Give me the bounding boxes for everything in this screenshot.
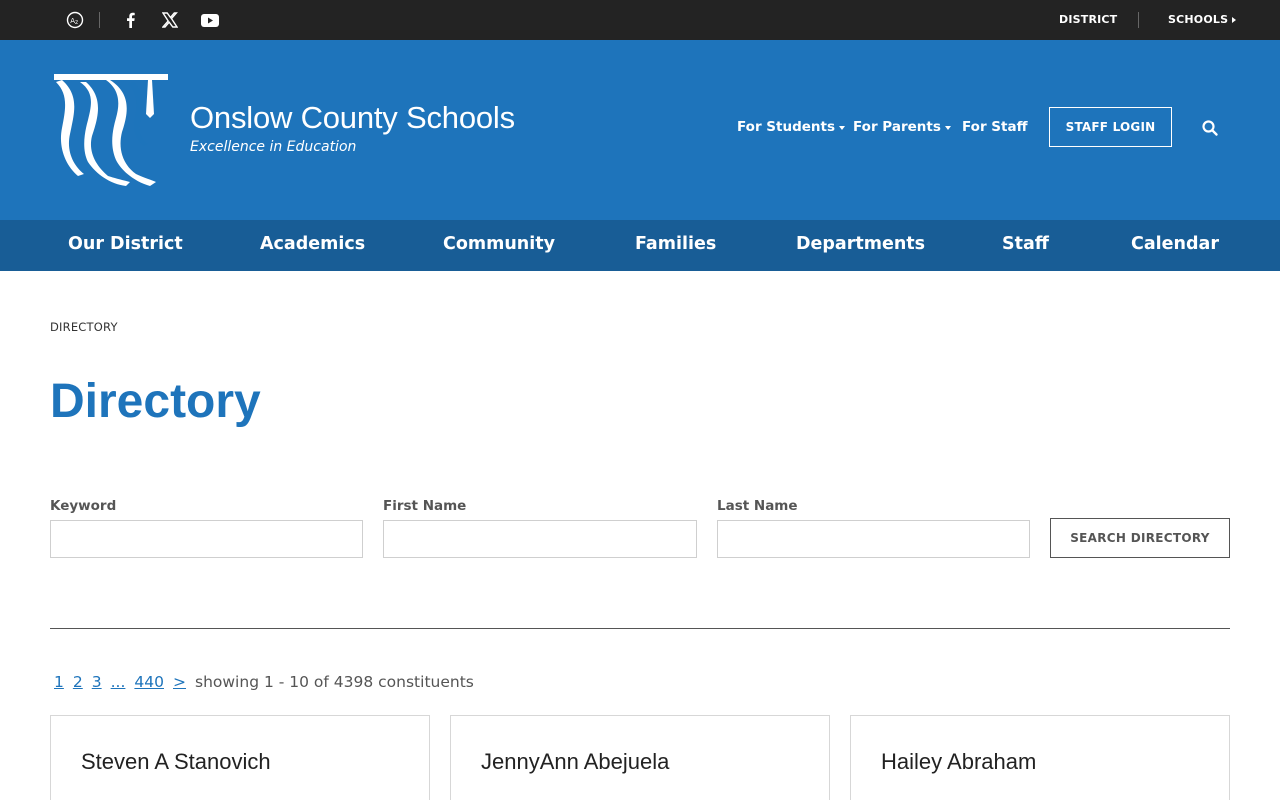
for-parents-menu[interactable]: For Parents [853,119,951,135]
divider [50,628,1230,629]
pagination: 1 2 3... 440 > showing 1 - 10 of 4398 constit… [54,673,474,691]
search-directory-button[interactable]: SEARCH DIRECTORY [1050,518,1230,558]
x-icon[interactable] [160,10,180,30]
youtube-icon[interactable] [200,10,220,30]
for-parents-label: For Parents [853,119,941,135]
next-page-link[interactable]: > [173,673,186,691]
separator [1138,12,1139,28]
constituent-name[interactable]: Hailey Abraham [881,749,1036,775]
staff-login-button[interactable]: STAFF LOGIN [1049,107,1172,147]
district-logo[interactable] [52,74,170,186]
site-tagline: Excellence in Education [190,139,357,155]
directory-card[interactable]: JennyAnn Abejuela [450,715,830,800]
results-summary: showing 1 - 10 of 4398 constituents [195,673,474,691]
page-link-3[interactable]: 3 [92,673,102,691]
constituent-name[interactable]: JennyAnn Abejuela [481,749,669,775]
nav-calendar[interactable]: Calendar [1131,234,1219,254]
page-link-ellipsis[interactable]: ... [111,673,126,691]
for-students-label: For Students [737,119,836,135]
for-staff-label: For Staff [962,119,1028,135]
nav-families[interactable]: Families [635,234,716,254]
caret-down-icon [944,125,951,130]
directory-card[interactable]: Steven A Stanovich [50,715,430,800]
last-name-label: Last Name [717,498,798,514]
page-link-2[interactable]: 2 [73,673,83,691]
site-title[interactable]: Onslow County Schools [190,100,515,136]
main-nav: Our District Academics Community Familie… [0,220,1280,271]
keyword-input[interactable] [50,520,363,558]
breadcrumb: DIRECTORY [50,320,118,334]
nav-our-district[interactable]: Our District [68,234,183,254]
for-students-menu[interactable]: For Students [737,119,846,135]
nav-departments[interactable]: Departments [796,234,925,254]
for-staff-link[interactable]: For Staff [962,119,1028,135]
chevron-right-icon [1232,16,1237,23]
page-link-440[interactable]: 440 [134,673,164,691]
district-link[interactable]: DISTRICT [1059,13,1117,26]
constituent-name[interactable]: Steven A Stanovich [81,749,271,775]
separator [99,12,100,28]
nav-community[interactable]: Community [443,234,555,254]
first-name-label: First Name [383,498,467,514]
first-name-input[interactable] [383,520,697,558]
page-link-1[interactable]: 1 [54,673,64,691]
nav-staff[interactable]: Staff [1002,234,1049,254]
page-title: Directory [50,375,261,428]
caret-down-icon [839,125,846,130]
translate-icon[interactable]: Az [65,10,85,30]
last-name-input[interactable] [717,520,1030,558]
utility-bar: Az DISTRICT SCHOOLS [0,0,1280,40]
svg-text:z: z [75,19,78,26]
nav-academics[interactable]: Academics [260,234,365,254]
search-icon[interactable] [1200,118,1220,138]
keyword-label: Keyword [50,498,117,514]
site-header: Onslow County Schools Excellence in Educ… [0,40,1280,220]
schools-label: SCHOOLS [1168,13,1229,26]
schools-menu[interactable]: SCHOOLS [1168,13,1237,26]
facebook-icon[interactable] [120,10,140,30]
directory-card[interactable]: Hailey Abraham [850,715,1230,800]
